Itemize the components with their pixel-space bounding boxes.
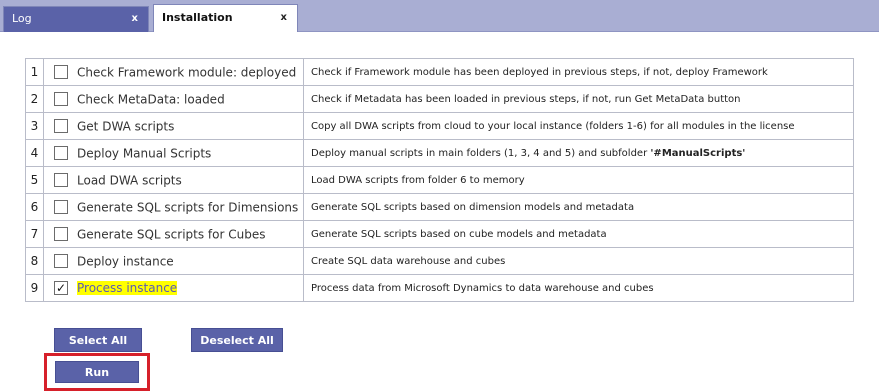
step-checkbox[interactable] xyxy=(54,146,68,161)
step-number: 5 xyxy=(25,166,44,194)
step-description: Deploy manual scripts in main folders (1… xyxy=(303,139,854,167)
step-checkbox[interactable]: ✓ xyxy=(54,281,68,296)
step-label[interactable]: Process instance xyxy=(77,281,178,296)
step-description: Process data from Microsoft Dynamics to … xyxy=(303,274,854,302)
select-all-button[interactable]: Select All xyxy=(54,328,142,352)
step-row: 9 ✓ Process instance Process data from Micr… xyxy=(25,274,854,302)
step-cell: Get DWA scripts xyxy=(43,112,304,140)
step-row: 3 Get DWA scripts Copy all DWA scripts fro… xyxy=(25,112,854,140)
step-cell: Deploy instance xyxy=(43,247,304,275)
step-row: 7 Generate SQL scripts for Cubes Generate … xyxy=(25,220,854,248)
step-label[interactable]: Load DWA scripts xyxy=(77,173,182,187)
step-number: 4 xyxy=(25,139,44,167)
step-description-text: Copy all DWA scripts from cloud to your … xyxy=(311,120,795,132)
step-description: Load DWA scripts from folder 6 to memory xyxy=(303,166,854,194)
step-cell: ✓ Process instance xyxy=(43,274,304,302)
step-checkbox[interactable] xyxy=(54,173,68,188)
step-description: Create SQL data warehouse and cubes xyxy=(303,247,854,275)
step-description-text: Process data from Microsoft Dynamics to … xyxy=(311,282,654,294)
step-description-text: Load DWA scripts from folder 6 to memory xyxy=(311,174,525,186)
step-description: Generate SQL scripts based on cube model… xyxy=(303,220,854,248)
checkmark-icon: ✓ xyxy=(55,281,67,296)
step-description-text: Create SQL data warehouse and cubes xyxy=(311,255,506,267)
step-row: 5 Load DWA scripts Load DWA scripts from f… xyxy=(25,166,854,194)
step-description: Copy all DWA scripts from cloud to your … xyxy=(303,112,854,140)
step-label[interactable]: Generate SQL scripts for Dimensions xyxy=(77,200,298,214)
step-cell: Check MetaData: loaded xyxy=(43,85,304,113)
step-row: 1 Check Framework module: deployed Check i… xyxy=(25,58,854,86)
tab-log-label: Log xyxy=(12,12,32,25)
step-label[interactable]: Check Framework module: deployed xyxy=(77,65,296,79)
step-row: 8 Deploy instance Create SQL data warehous… xyxy=(25,247,854,275)
step-label[interactable]: Get DWA scripts xyxy=(77,119,174,133)
step-number: 8 xyxy=(25,247,44,275)
step-description-text: Generate SQL scripts based on dimension … xyxy=(311,201,635,213)
step-number: 7 xyxy=(25,220,44,248)
step-description: Check if Metadata has been loaded in pre… xyxy=(303,85,854,113)
step-cell: Generate SQL scripts for Cubes xyxy=(43,220,304,248)
step-description-emphasis: '#ManualScripts' xyxy=(650,147,746,159)
step-cell: Check Framework module: deployed xyxy=(43,58,304,86)
step-description-text: Deploy manual scripts in main folders (1… xyxy=(311,147,651,159)
step-row: 2 Check MetaData: loaded Check if Metadata… xyxy=(25,85,854,113)
step-number: 6 xyxy=(25,193,44,221)
step-description: Generate SQL scripts based on dimension … xyxy=(303,193,854,221)
step-label[interactable]: Deploy Manual Scripts xyxy=(77,146,211,160)
step-checkbox[interactable] xyxy=(54,200,68,215)
run-button[interactable]: Run xyxy=(55,361,139,383)
tab-log[interactable]: Log x xyxy=(3,6,149,32)
step-description-text: Check if Framework module has been deplo… xyxy=(311,66,768,78)
tab-installation-label: Installation xyxy=(162,11,233,24)
step-description: Check if Framework module has been deplo… xyxy=(303,58,854,86)
step-description-text: Check if Metadata has been loaded in pre… xyxy=(311,93,741,105)
step-row: 6 Generate SQL scripts for Dimensions Gene… xyxy=(25,193,854,221)
tab-installation[interactable]: Installation x xyxy=(153,4,298,33)
step-checkbox[interactable] xyxy=(54,119,68,134)
step-checkbox[interactable] xyxy=(54,227,68,242)
step-number: 2 xyxy=(25,85,44,113)
step-label[interactable]: Generate SQL scripts for Cubes xyxy=(77,227,265,241)
deselect-all-button[interactable]: Deselect All xyxy=(191,328,283,352)
step-checkbox[interactable] xyxy=(54,254,68,269)
step-row: 4 Deploy Manual Scripts Deploy manual scri… xyxy=(25,139,854,167)
step-checkbox[interactable] xyxy=(54,92,68,107)
steps-table: 1 Check Framework module: deployed Check i… xyxy=(25,58,854,302)
step-number: 9 xyxy=(25,274,44,302)
step-label[interactable]: Deploy instance xyxy=(77,254,174,268)
step-number: 3 xyxy=(25,112,44,140)
step-cell: Generate SQL scripts for Dimensions xyxy=(43,193,304,221)
tab-installation-close-icon[interactable]: x xyxy=(281,5,287,31)
step-description-text: Generate SQL scripts based on cube model… xyxy=(311,228,607,240)
step-checkbox[interactable] xyxy=(54,65,68,80)
step-number: 1 xyxy=(25,58,44,86)
tab-bar: Log x Installation x xyxy=(0,0,879,33)
run-button-highlight: Run xyxy=(44,353,150,391)
step-label[interactable]: Check MetaData: loaded xyxy=(77,92,225,106)
tab-log-close-icon[interactable]: x xyxy=(132,7,138,31)
step-cell: Deploy Manual Scripts xyxy=(43,139,304,167)
installation-panel: 1 Check Framework module: deployed Check i… xyxy=(0,32,879,391)
step-cell: Load DWA scripts xyxy=(43,166,304,194)
